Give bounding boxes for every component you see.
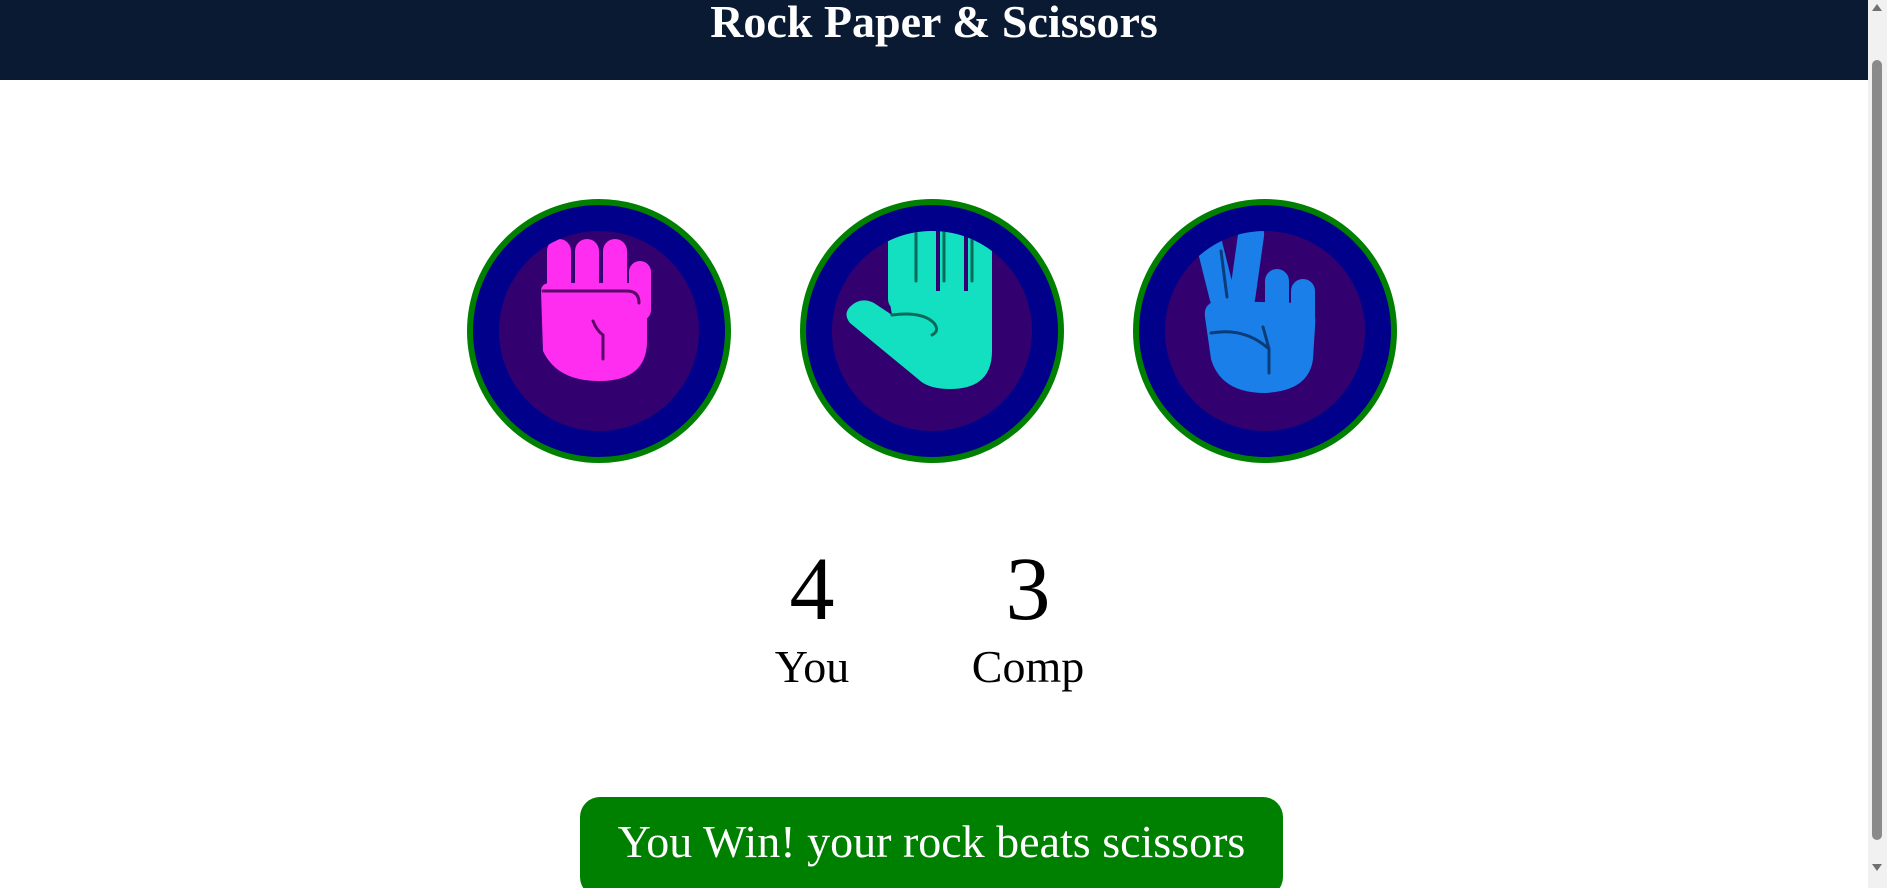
user-score-value: 4 — [789, 540, 835, 639]
comp-score-label: Comp — [971, 641, 1085, 692]
scroll-up-icon[interactable] — [1872, 4, 1882, 11]
user-score: 4 You — [732, 540, 892, 692]
scissors-choice-button[interactable] — [1133, 199, 1397, 463]
scissors-victory-hand-icon — [1194, 231, 1316, 393]
page-title: Rock Paper & Scissors — [710, 0, 1158, 47]
rock-choice-inner — [499, 231, 699, 431]
rock-choice-button[interactable] — [467, 199, 731, 463]
rock-fist-icon — [541, 239, 651, 381]
scoreboard: 4 You 3 Comp — [0, 540, 1868, 710]
choices-row — [0, 199, 1868, 463]
paper-hand-icon — [846, 231, 992, 389]
comp-score: 3 Comp — [948, 540, 1108, 692]
scroll-down-icon[interactable] — [1872, 864, 1882, 871]
scrollbar-thumb[interactable] — [1872, 60, 1882, 840]
paper-choice-button[interactable] — [800, 199, 1064, 463]
scissors-choice-inner — [1165, 231, 1365, 431]
app-header: Rock Paper & Scissors — [0, 0, 1868, 80]
comp-score-value: 3 — [1005, 540, 1051, 639]
game-page: Rock Paper & Scissors 4 You 3 Comp You W… — [0, 0, 1887, 888]
result-message: You Win! your rock beats scissors — [580, 797, 1283, 888]
user-score-label: You — [774, 641, 850, 692]
paper-choice-inner — [832, 231, 1032, 431]
vertical-scrollbar[interactable] — [1868, 0, 1887, 888]
